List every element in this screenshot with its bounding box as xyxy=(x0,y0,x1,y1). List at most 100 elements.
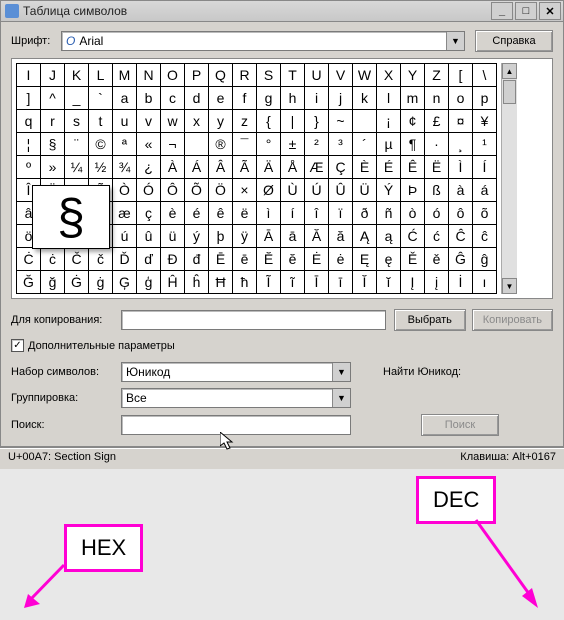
char-cell[interactable]: ē xyxy=(233,248,257,271)
char-cell[interactable]: Ø xyxy=(257,179,281,202)
char-cell[interactable]: ¬ xyxy=(161,133,185,156)
char-cell[interactable]: Ĝ xyxy=(449,248,473,271)
char-cell[interactable]: i xyxy=(305,87,329,110)
char-cell[interactable]: Ď xyxy=(113,248,137,271)
char-cell[interactable]: Ó xyxy=(137,179,161,202)
char-cell[interactable]: į xyxy=(425,271,449,294)
char-cell[interactable]: k xyxy=(353,87,377,110)
char-cell[interactable]: ĩ xyxy=(281,271,305,294)
char-cell[interactable]: Ę xyxy=(353,248,377,271)
char-cell[interactable]: ó xyxy=(425,202,449,225)
char-cell[interactable]: r xyxy=(41,110,65,133)
char-cell[interactable]: S xyxy=(257,64,281,87)
char-cell[interactable]: o xyxy=(449,87,473,110)
char-cell[interactable]: Į xyxy=(401,271,425,294)
char-cell[interactable]: ġ xyxy=(89,271,113,294)
char-cell[interactable]: ¢ xyxy=(401,110,425,133)
char-cell[interactable]: ă xyxy=(329,225,353,248)
char-cell[interactable]: Ú xyxy=(305,179,329,202)
char-cell[interactable]: U xyxy=(305,64,329,87)
char-cell[interactable]: è xyxy=(161,202,185,225)
char-cell[interactable]: M xyxy=(113,64,137,87)
char-cell[interactable]: ê xyxy=(209,202,233,225)
char-cell[interactable]: R xyxy=(233,64,257,87)
char-cell[interactable]: Ç xyxy=(329,156,353,179)
char-cell[interactable]: ë xyxy=(233,202,257,225)
char-cell[interactable]: µ xyxy=(377,133,401,156)
char-cell[interactable]: Õ xyxy=(185,179,209,202)
char-cell[interactable]: h xyxy=(281,87,305,110)
grid-scrollbar[interactable]: ▲ ▼ xyxy=(501,63,517,294)
char-cell[interactable]: Y xyxy=(401,64,425,87)
char-cell[interactable]: ° xyxy=(257,133,281,156)
char-cell[interactable]: L xyxy=(89,64,113,87)
char-cell[interactable]: Ģ xyxy=(113,271,137,294)
char-cell[interactable]: × xyxy=(233,179,257,202)
char-cell[interactable]: Ý xyxy=(377,179,401,202)
char-cell[interactable]: č xyxy=(89,248,113,271)
char-cell[interactable]: W xyxy=(353,64,377,87)
char-cell[interactable]: z xyxy=(233,110,257,133)
charset-combo[interactable]: Юникод ▼ xyxy=(121,362,351,382)
char-cell[interactable]: Ê xyxy=(401,156,425,179)
char-cell[interactable]: ´ xyxy=(353,133,377,156)
char-cell[interactable]: ² xyxy=(305,133,329,156)
char-cell[interactable]: e xyxy=(209,87,233,110)
char-cell[interactable]: N xyxy=(137,64,161,87)
scroll-thumb[interactable] xyxy=(503,80,516,104)
copy-input[interactable] xyxy=(121,310,386,330)
char-cell[interactable]: ď xyxy=(137,248,161,271)
char-cell[interactable]: f xyxy=(233,87,257,110)
char-cell[interactable]: ú xyxy=(113,225,137,248)
char-cell[interactable]: ³ xyxy=(329,133,353,156)
copy-button[interactable]: Копировать xyxy=(472,309,553,331)
char-cell[interactable]: ¦ xyxy=(17,133,41,156)
char-cell[interactable]: © xyxy=(89,133,113,156)
char-cell[interactable]: p xyxy=(473,87,497,110)
char-cell[interactable]: ¾ xyxy=(113,156,137,179)
char-cell[interactable]: Ĕ xyxy=(257,248,281,271)
char-cell[interactable]: X xyxy=(377,64,401,87)
char-cell[interactable]: Ì xyxy=(449,156,473,179)
char-cell[interactable]: Ā xyxy=(257,225,281,248)
char-cell[interactable]: ] xyxy=(17,87,41,110)
char-cell[interactable]: ­ xyxy=(185,133,209,156)
char-cell[interactable]: Đ xyxy=(161,248,185,271)
char-cell[interactable]: ò xyxy=(401,202,425,225)
char-cell[interactable]: Ĭ xyxy=(353,271,377,294)
char-cell[interactable]: } xyxy=(305,110,329,133)
char-cell[interactable]: Ą xyxy=(353,225,377,248)
char-cell[interactable]: È xyxy=(353,156,377,179)
group-combo[interactable]: Все ▼ xyxy=(121,388,351,408)
char-cell[interactable]: Ă xyxy=(305,225,329,248)
char-cell[interactable]: j xyxy=(329,87,353,110)
char-cell[interactable]: [ xyxy=(449,64,473,87)
char-cell[interactable]: a xyxy=(113,87,137,110)
char-cell[interactable]: Ò xyxy=(113,179,137,202)
char-cell[interactable]: Ē xyxy=(209,248,233,271)
char-cell[interactable]: t xyxy=(89,110,113,133)
char-cell[interactable]: Æ xyxy=(305,156,329,179)
char-cell[interactable]: Q xyxy=(209,64,233,87)
scroll-down-button[interactable]: ▼ xyxy=(502,278,517,294)
char-cell[interactable]: J xyxy=(41,64,65,87)
char-cell[interactable]: d xyxy=(185,87,209,110)
char-cell[interactable]: ï xyxy=(329,202,353,225)
char-cell[interactable]: ± xyxy=(281,133,305,156)
scroll-up-button[interactable]: ▲ xyxy=(502,63,517,79)
char-cell[interactable]: ¯ xyxy=(233,133,257,156)
char-cell[interactable]: c xyxy=(161,87,185,110)
char-cell[interactable]: K xyxy=(65,64,89,87)
char-cell[interactable]: ģ xyxy=(137,271,161,294)
char-cell[interactable]: ð xyxy=(353,202,377,225)
char-cell[interactable]: Ī xyxy=(305,271,329,294)
char-cell[interactable]: x xyxy=(185,110,209,133)
char-grid[interactable]: IJKLMNOPQRSTUVWXYZ[\]^_`abcdefghijklmnop… xyxy=(16,63,497,294)
char-cell[interactable]: ě xyxy=(425,248,449,271)
char-cell[interactable]: ß xyxy=(425,179,449,202)
advanced-checkbox[interactable]: ✓ Дополнительные параметры xyxy=(11,339,175,352)
char-cell[interactable]: Þ xyxy=(401,179,425,202)
char-cell[interactable]: | xyxy=(281,110,305,133)
chevron-down-icon[interactable]: ▼ xyxy=(332,363,350,381)
char-cell[interactable]: ċ xyxy=(41,248,65,271)
